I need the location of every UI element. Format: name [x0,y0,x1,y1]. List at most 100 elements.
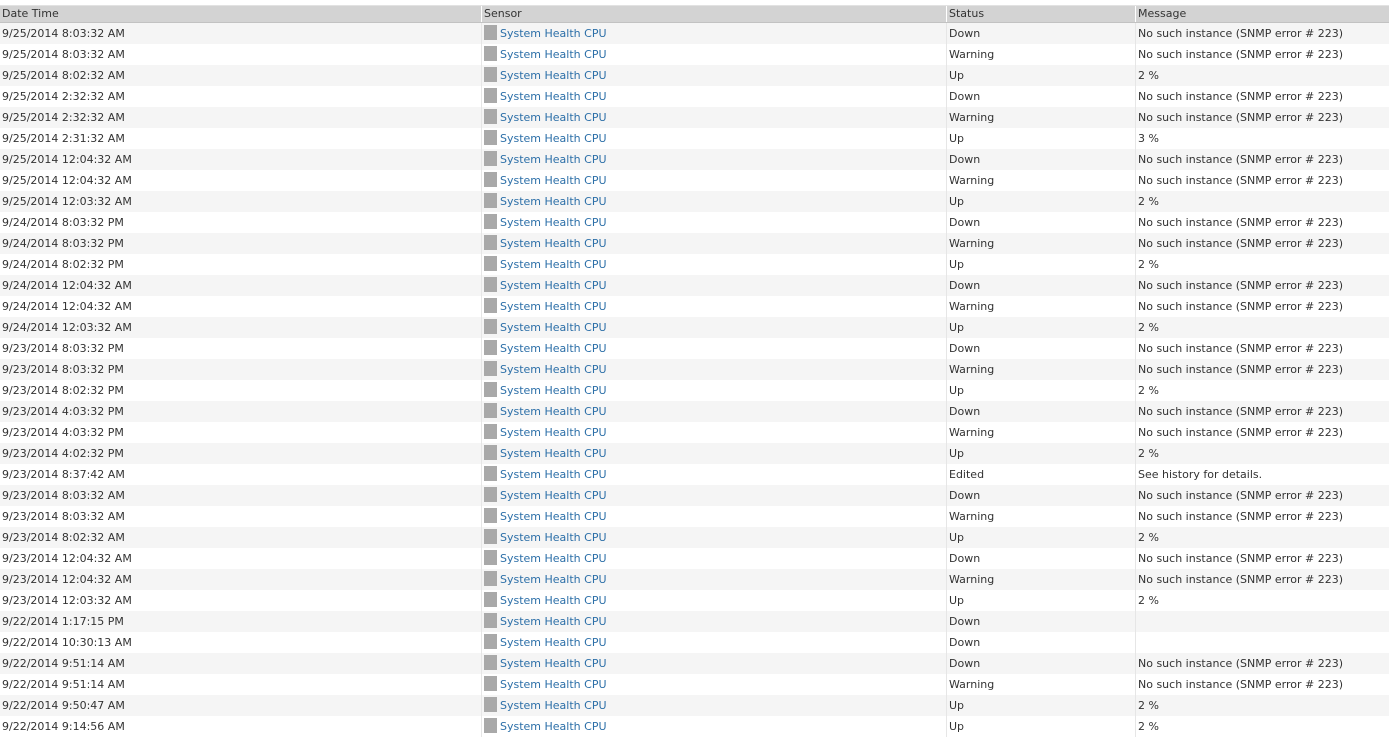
table-row[interactable]: 9/25/2014 12:03:32 AM System Health CPU Up… [0,191,1389,212]
table-row[interactable]: 9/25/2014 8:03:32 AM System Health CPU Dow… [0,23,1389,44]
table-row[interactable]: 9/22/2014 1:17:15 PM System Health CPU Dow… [0,611,1389,632]
cell-status: Up [947,443,1136,464]
sensor-link[interactable]: System Health CPU [500,23,607,44]
sensor-link[interactable]: System Health CPU [500,191,607,212]
table-row[interactable]: 9/23/2014 4:03:32 PM System Health CPU War… [0,422,1389,443]
column-header-status[interactable]: Status [947,6,1136,22]
sensor-link[interactable]: System Health CPU [500,632,607,653]
cell-status: Warning [947,359,1136,380]
sensor-link[interactable]: System Health CPU [500,548,607,569]
column-header-sensor[interactable]: Sensor [482,6,947,22]
table-row[interactable]: 9/24/2014 8:03:32 PM System Health CPU Dow… [0,212,1389,233]
table-row[interactable]: 9/25/2014 12:04:32 AM System Health CPU Wa… [0,170,1389,191]
sensor-link[interactable]: System Health CPU [500,233,607,254]
sensor-link[interactable]: System Health CPU [500,716,607,737]
cell-sensor: System Health CPU [482,422,947,443]
cell-status: Up [947,380,1136,401]
cell-sensor: System Health CPU [482,296,947,317]
sensor-link[interactable]: System Health CPU [500,338,607,359]
cell-date-time: 9/23/2014 12:04:32 AM [0,569,482,590]
sensor-link[interactable]: System Health CPU [500,527,607,548]
cell-sensor: System Health CPU [482,674,947,695]
table-row[interactable]: 9/23/2014 8:03:32 PM System Health CPU War… [0,359,1389,380]
sensor-link[interactable]: System Health CPU [500,485,607,506]
sensor-link[interactable]: System Health CPU [500,611,607,632]
sensor-link[interactable]: System Health CPU [500,380,607,401]
cell-sensor: System Health CPU [482,716,947,737]
sensor-icon [484,66,497,82]
sensor-link[interactable]: System Health CPU [500,506,607,527]
sensor-link[interactable]: System Health CPU [500,107,607,128]
table-row[interactable]: 9/25/2014 8:03:32 AM System Health CPU War… [0,44,1389,65]
sensor-link[interactable]: System Health CPU [500,695,607,716]
table-row[interactable]: 9/22/2014 9:14:56 AM System Health CPU Up 2… [0,716,1389,737]
cell-message [1136,611,1389,632]
table-row[interactable]: 9/25/2014 2:32:32 AM System Health CPU War… [0,107,1389,128]
sensor-link[interactable]: System Health CPU [500,86,607,107]
table-row[interactable]: 9/23/2014 12:04:32 AM System Health CPU Wa… [0,569,1389,590]
column-header-message[interactable]: Message [1136,6,1389,22]
sensor-link[interactable]: System Health CPU [500,422,607,443]
column-header-date-time[interactable]: Date Time [0,6,482,22]
table-row[interactable]: 9/23/2014 8:03:32 AM System Health CPU War… [0,506,1389,527]
sensor-link[interactable]: System Health CPU [500,590,607,611]
table-row[interactable]: 9/25/2014 12:04:32 AM System Health CPU Do… [0,149,1389,170]
sensor-link[interactable]: System Health CPU [500,443,607,464]
sensor-link[interactable]: System Health CPU [500,464,607,485]
sensor-link[interactable]: System Health CPU [500,212,607,233]
sensor-link[interactable]: System Health CPU [500,254,607,275]
table-row[interactable]: 9/23/2014 12:04:32 AM System Health CPU Do… [0,548,1389,569]
sensor-link[interactable]: System Health CPU [500,170,607,191]
cell-date-time: 9/23/2014 8:03:32 AM [0,506,482,527]
cell-date-time: 9/23/2014 8:03:32 AM [0,485,482,506]
table-row[interactable]: 9/23/2014 8:02:32 AM System Health CPU Up 2… [0,527,1389,548]
table-row[interactable]: 9/23/2014 4:02:32 PM System Health CPU Up 2… [0,443,1389,464]
cell-date-time: 9/23/2014 4:03:32 PM [0,422,482,443]
table-row[interactable]: 9/23/2014 8:03:32 PM System Health CPU Dow… [0,338,1389,359]
table-row[interactable]: 9/24/2014 12:04:32 AM System Health CPU Do… [0,275,1389,296]
sensor-link[interactable]: System Health CPU [500,296,607,317]
table-row[interactable]: 9/25/2014 8:02:32 AM System Health CPU Up 2… [0,65,1389,86]
table-row[interactable]: 9/22/2014 9:50:47 AM System Health CPU Up 2… [0,695,1389,716]
sensor-link[interactable]: System Health CPU [500,674,607,695]
cell-date-time: 9/25/2014 12:04:32 AM [0,170,482,191]
table-row[interactable]: 9/22/2014 9:51:14 AM System Health CPU Dow… [0,653,1389,674]
table-row[interactable]: 9/23/2014 4:03:32 PM System Health CPU Dow… [0,401,1389,422]
sensor-link[interactable]: System Health CPU [500,317,607,338]
table-row[interactable]: 9/23/2014 8:03:32 AM System Health CPU Dow… [0,485,1389,506]
table-row[interactable]: 9/24/2014 8:03:32 PM System Health CPU War… [0,233,1389,254]
cell-status: Down [947,485,1136,506]
table-row[interactable]: 9/23/2014 8:02:32 PM System Health CPU Up 2… [0,380,1389,401]
sensor-link[interactable]: System Health CPU [500,44,607,65]
cell-message: No such instance (SNMP error # 223) [1138,27,1344,40]
sensor-icon [484,276,497,292]
table-row[interactable]: 9/25/2014 2:31:32 AM System Health CPU Up 3… [0,128,1389,149]
table-row[interactable]: 9/22/2014 9:51:14 AM System Health CPU War… [0,674,1389,695]
cell-sensor: System Health CPU [482,128,947,149]
sensor-link[interactable]: System Health CPU [500,149,607,170]
cell-message: 2 % [1138,69,1159,82]
sensor-link[interactable]: System Health CPU [500,128,607,149]
cell-status: Warning [947,296,1136,317]
cell-date-time: 9/23/2014 8:03:32 PM [0,338,482,359]
cell-date-time: 9/25/2014 12:03:32 AM [0,191,482,212]
cell-message: No such instance (SNMP error # 223) [1138,153,1344,166]
table-row[interactable]: 9/23/2014 12:03:32 AM System Health CPU Up… [0,590,1389,611]
sensor-link[interactable]: System Health CPU [500,569,607,590]
sensor-link[interactable]: System Health CPU [500,653,607,674]
cell-sensor: System Health CPU [482,611,947,632]
table-row[interactable]: 9/24/2014 12:03:32 AM System Health CPU Up… [0,317,1389,338]
sensor-icon [484,423,497,439]
sensor-link[interactable]: System Health CPU [500,401,607,422]
sensor-link[interactable]: System Health CPU [500,275,607,296]
sensor-link[interactable]: System Health CPU [500,359,607,380]
table-row[interactable]: 9/25/2014 2:32:32 AM System Health CPU Dow… [0,86,1389,107]
sensor-link[interactable]: System Health CPU [500,65,607,86]
cell-sensor: System Health CPU [482,548,947,569]
sensor-icon [484,675,497,691]
table-row[interactable]: 9/23/2014 8:37:42 AM System Health CPU Edi… [0,464,1389,485]
cell-message: No such instance (SNMP error # 223) [1138,363,1344,376]
table-row[interactable]: 9/22/2014 10:30:13 AM System Health CPU Do… [0,632,1389,653]
table-row[interactable]: 9/24/2014 12:04:32 AM System Health CPU Wa… [0,296,1389,317]
table-row[interactable]: 9/24/2014 8:02:32 PM System Health CPU Up 2… [0,254,1389,275]
